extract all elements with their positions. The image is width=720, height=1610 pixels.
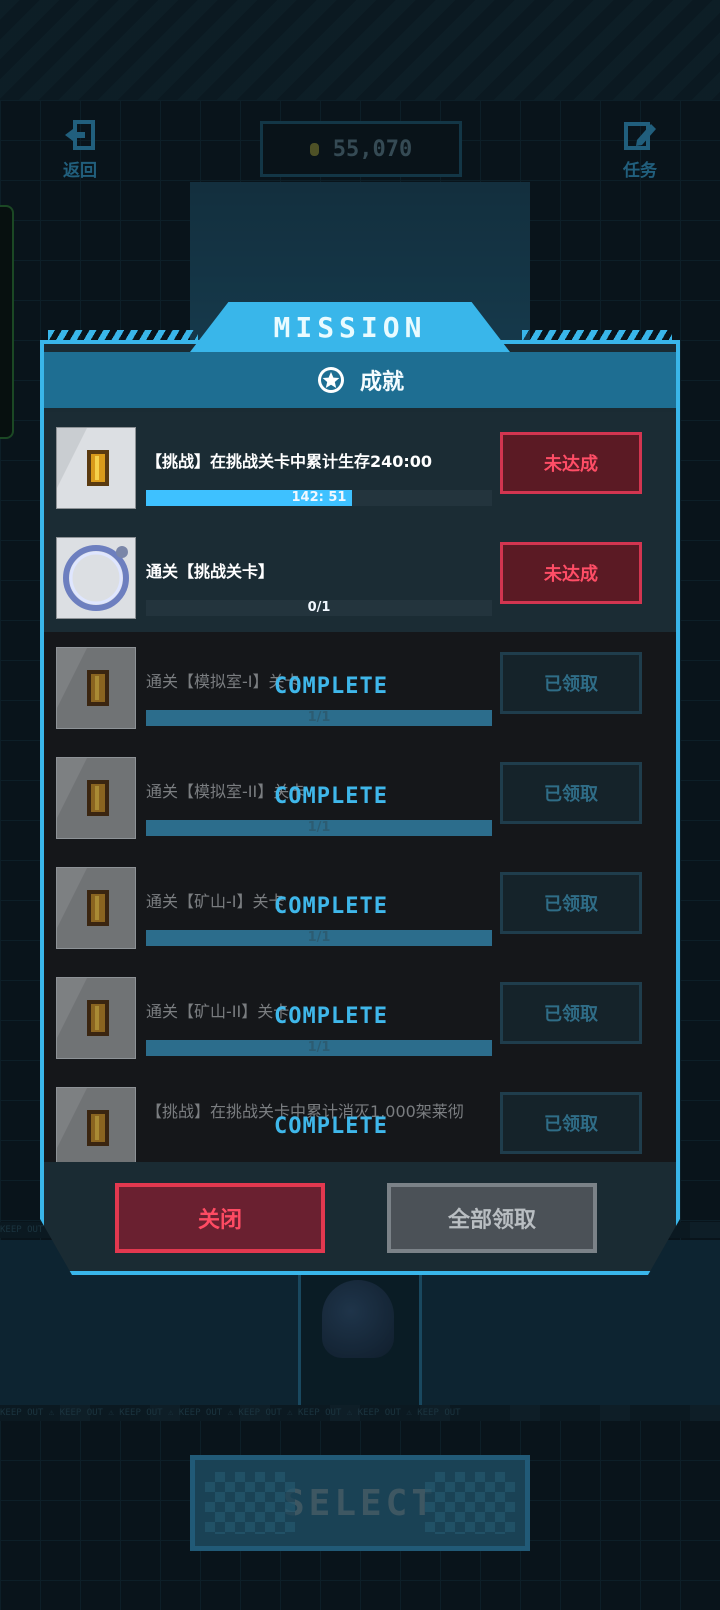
star-badge-icon [317, 367, 344, 393]
mission-row: 通关【挑战关卡】 0/1 未达成 [44, 522, 676, 632]
coin-icon [56, 867, 136, 949]
status-button[interactable]: 未达成 [500, 542, 642, 604]
coin-icon [56, 647, 136, 729]
status-button[interactable]: 未达成 [500, 432, 642, 494]
mission-row: 【挑战】在挑战关卡中累计消灭1,000架莱彻 COMPLETE 已领取 [44, 1072, 676, 1162]
achievement-title: 成就 [359, 370, 404, 395]
progress-text: 1/1 [307, 930, 331, 945]
progress-bar: 142: 51 [146, 490, 492, 506]
mission-title: 通关【挑战关卡】 [146, 562, 275, 581]
progress-text: 1/1 [307, 820, 331, 835]
progress-bar: 1/1 [146, 710, 492, 726]
progress-text: 1/1 [307, 1040, 331, 1055]
complete-stamp: COMPLETE [274, 894, 388, 919]
progress-bar: 1/1 [146, 820, 492, 836]
mission-title: 通关【矿山-II】关卡 [146, 1002, 290, 1021]
complete-stamp: COMPLETE [274, 784, 388, 809]
coin-icon [56, 757, 136, 839]
progress-text: 0/1 [307, 600, 331, 615]
progress-text: 1/1 [307, 710, 331, 725]
portal-icon [56, 537, 136, 619]
close-button[interactable]: 关闭 [115, 1183, 325, 1253]
mission-title: 通关【矿山-I】关卡 [146, 892, 285, 911]
mission-row: 通关【矿山-II】关卡 1/1 COMPLETE 已领取 [44, 962, 676, 1072]
complete-stamp: COMPLETE [274, 674, 388, 699]
coin-icon [56, 977, 136, 1059]
mission-tab-title: MISSION [190, 302, 510, 352]
mission-list[interactable]: 【挑战】在挑战关卡中累计生存240:00 142: 51 未达成 通关【挑战关卡… [44, 412, 676, 1162]
achievement-header: 成就 [44, 352, 676, 408]
progress-bar: 0/1 [146, 600, 492, 616]
mission-row: 通关【模拟室-II】关卡 1/1 COMPLETE 已领取 [44, 742, 676, 852]
status-button[interactable]: 已领取 [500, 652, 642, 714]
status-button[interactable]: 已领取 [500, 872, 642, 934]
mission-title: 【挑战】在挑战关卡中累计生存240:00 [146, 452, 433, 471]
mission-row: 【挑战】在挑战关卡中累计生存240:00 142: 51 未达成 [44, 412, 676, 522]
coin-icon [56, 427, 136, 509]
status-button[interactable]: 已领取 [500, 762, 642, 824]
progress-bar: 1/1 [146, 1040, 492, 1056]
complete-stamp: COMPLETE [274, 1004, 388, 1029]
progress-text: 142: 51 [291, 490, 347, 505]
coin-icon [56, 1087, 136, 1162]
progress-bar: 1/1 [146, 930, 492, 946]
complete-stamp: COMPLETE [274, 1114, 388, 1139]
claim-all-button[interactable]: 全部领取 [387, 1183, 597, 1253]
mission-row: 通关【模拟室-I】关卡 1/1 COMPLETE 已领取 [44, 632, 676, 742]
mission-row: 通关【矿山-I】关卡 1/1 COMPLETE 已领取 [44, 852, 676, 962]
status-button[interactable]: 已领取 [500, 1092, 642, 1154]
status-button[interactable]: 已领取 [500, 982, 642, 1044]
